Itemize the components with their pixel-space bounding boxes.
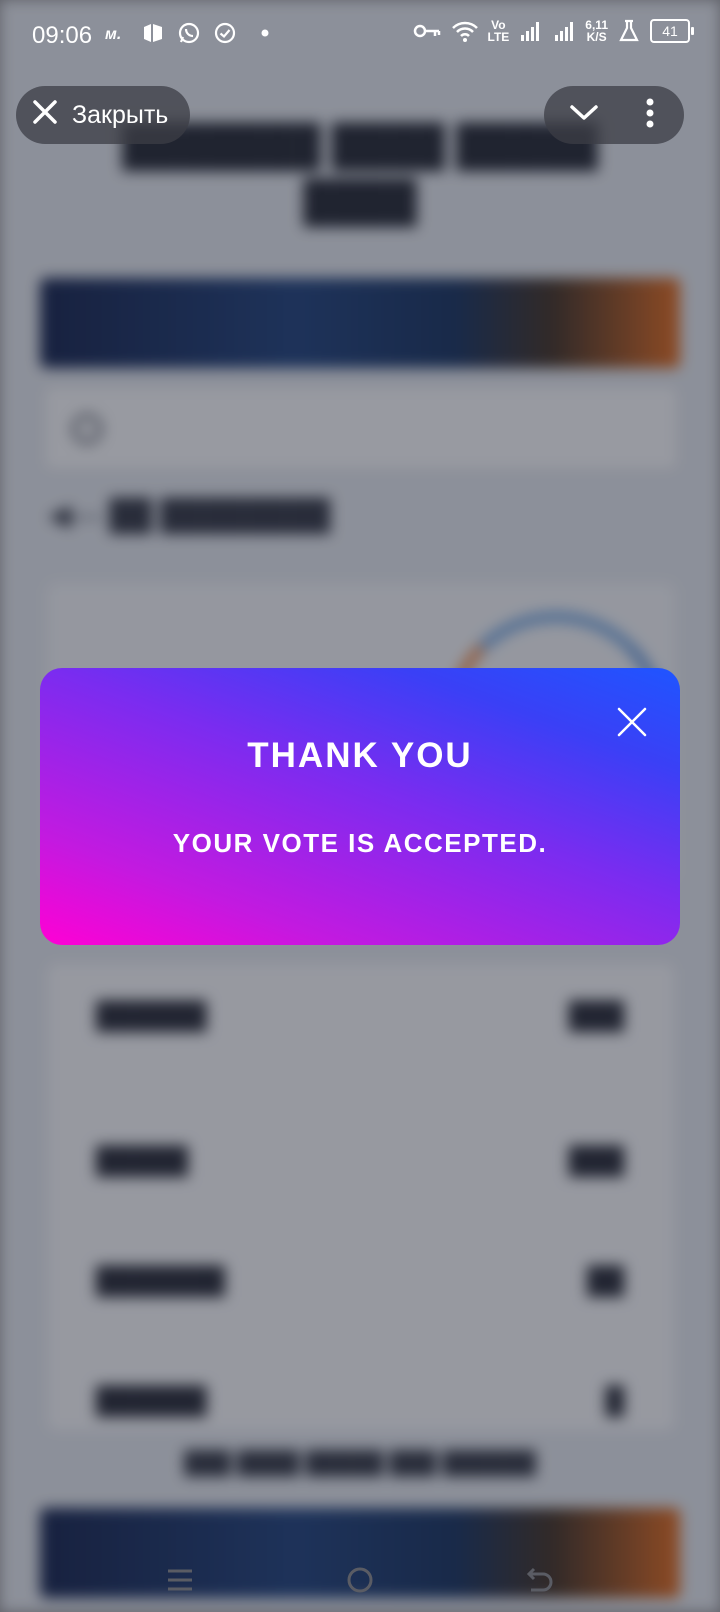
network-type: Vo LTE <box>488 19 510 43</box>
network-speed: 6,11 K/S <box>585 19 608 43</box>
home-button[interactable] <box>338 1560 382 1604</box>
dialog-close-button[interactable] <box>614 704 650 740</box>
mts-icon: м. <box>104 20 130 46</box>
check-circle-icon <box>212 20 238 46</box>
network-speed-unit: K/S <box>586 30 607 44</box>
system-icons: Vo LTE 6,11 K/S 41 <box>412 18 694 44</box>
status-time: 09:06 <box>32 22 93 49</box>
browser-actions <box>544 86 684 144</box>
whatsapp-icon <box>176 20 202 46</box>
signal-icon <box>551 18 577 44</box>
close-button-label: Закрыть <box>72 100 169 129</box>
battery-indicator: 41 <box>650 19 694 43</box>
screen: ███████ ████ █████ ████ ◀— ██ ████████ ██… <box>0 0 720 1612</box>
more-vertical-icon <box>645 98 655 133</box>
recents-icon <box>165 1565 195 1600</box>
wifi-icon <box>450 18 480 44</box>
status-bar: 09:06 м. Vo LTE 6,11 K/S 41 <box>0 0 720 72</box>
chevron-down-icon <box>569 103 599 128</box>
back-button[interactable] <box>518 1560 562 1604</box>
network-type-bottom: LTE <box>487 30 510 44</box>
dot-icon <box>248 20 274 46</box>
dialog-title: THANK YOU <box>247 736 473 775</box>
navigation-bar <box>0 1552 720 1612</box>
notification-app-icon <box>140 20 166 46</box>
more-options-button[interactable] <box>620 86 680 144</box>
collapse-button[interactable] <box>554 86 614 144</box>
back-icon <box>525 1565 555 1600</box>
signal-icon <box>517 18 543 44</box>
vote-accepted-dialog: THANK YOU YOUR VOTE IS ACCEPTED. <box>40 668 680 945</box>
flask-icon <box>616 18 642 44</box>
vpn-key-icon <box>412 18 442 44</box>
svg-text:м.: м. <box>105 26 121 43</box>
close-icon <box>32 99 58 132</box>
close-button[interactable]: Закрыть <box>16 86 191 144</box>
home-icon <box>345 1565 375 1600</box>
recents-button[interactable] <box>158 1560 202 1604</box>
notification-icons: м. <box>104 20 274 46</box>
dialog-message: YOUR VOTE IS ACCEPTED. <box>172 828 548 858</box>
